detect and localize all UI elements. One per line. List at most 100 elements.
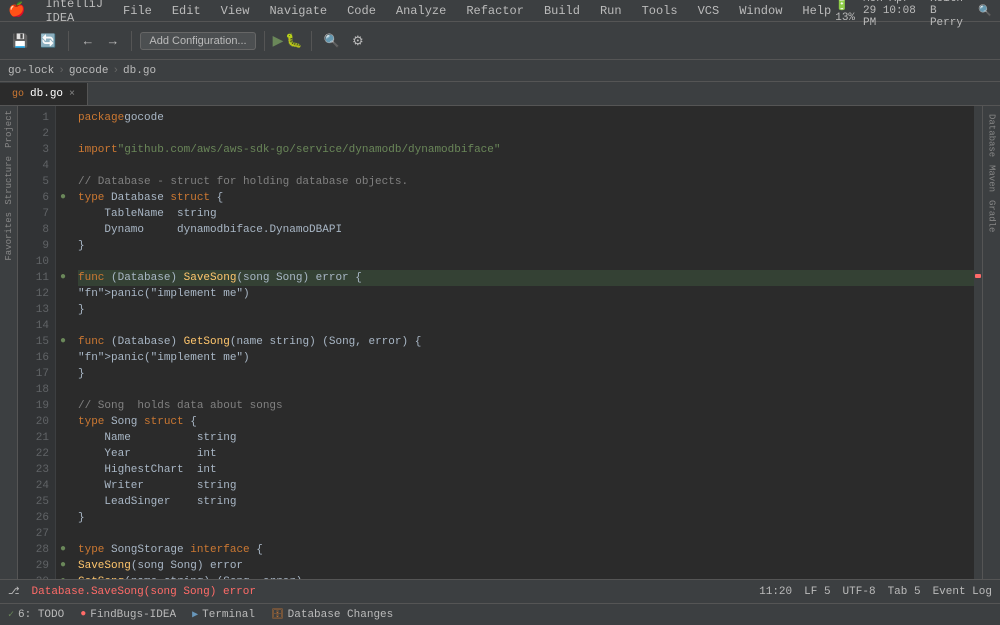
tab-close-button[interactable]: × xyxy=(69,89,75,100)
toolbar-sep-3 xyxy=(264,31,265,51)
code-line-23[interactable]: HighestChart int xyxy=(78,462,974,478)
toolbar-save[interactable]: 💾 xyxy=(8,31,32,51)
breadcrumb-file[interactable]: db.go xyxy=(123,65,156,77)
toolbar-sep-4 xyxy=(311,31,312,51)
toolbar-sync[interactable]: 🔄 xyxy=(36,31,60,51)
breadcrumb-project[interactable]: go-lock xyxy=(8,65,54,77)
apple-menu[interactable]: 🍎 xyxy=(8,2,25,19)
code-line-10[interactable] xyxy=(78,254,974,270)
menu-run[interactable]: Run xyxy=(596,4,626,18)
code-line-22[interactable]: Year int xyxy=(78,446,974,462)
status-error-text: Database.SaveSong(song Song) error xyxy=(32,586,256,598)
menu-file[interactable]: File xyxy=(119,4,156,18)
menu-build[interactable]: Build xyxy=(540,4,584,18)
debug-button[interactable]: 🐛 xyxy=(285,32,302,49)
menu-vcs[interactable]: VCS xyxy=(694,4,724,18)
menu-refactor[interactable]: Refactor xyxy=(462,4,528,18)
code-line-17[interactable]: } xyxy=(78,366,974,382)
menu-edit[interactable]: Edit xyxy=(168,4,205,18)
add-configuration-button[interactable]: Add Configuration... xyxy=(140,32,255,50)
code-content[interactable]: package gocode import "github.com/aws/aws… xyxy=(70,106,974,579)
code-line-1[interactable]: package gocode xyxy=(78,110,974,126)
code-line-27[interactable] xyxy=(78,526,974,542)
code-line-20[interactable]: type Song struct { xyxy=(78,414,974,430)
toolbar-nav-forward[interactable]: → xyxy=(102,31,123,50)
code-line-14[interactable] xyxy=(78,318,974,334)
database-panel[interactable]: 🗄 Database Changes xyxy=(271,609,393,621)
code-line-8[interactable]: Dynamo dynamodbiface.DynamoDBAPI xyxy=(78,222,974,238)
status-bar: ⎇ Database.SaveSong(song Song) error 11:… xyxy=(0,579,1000,603)
findbugs-panel[interactable]: ● FindBugs-IDEA xyxy=(80,609,176,621)
code-line-21[interactable]: Name string xyxy=(78,430,974,446)
menu-help[interactable]: Help xyxy=(798,4,835,18)
bottom-toolbar: ✓ 6: TODO ● FindBugs-IDEA ▶ Terminal 🗄 D… xyxy=(0,603,1000,625)
terminal-icon: ▶ xyxy=(192,609,198,621)
sidebar-database-icon[interactable]: Database xyxy=(987,110,997,161)
code-line-4[interactable] xyxy=(78,158,974,174)
menu-code[interactable]: Code xyxy=(343,4,380,18)
toolbar-nav-back[interactable]: ← xyxy=(77,31,98,50)
tab-label: db.go xyxy=(30,88,63,100)
menu-intellij[interactable]: IntelliJ IDEA xyxy=(41,0,107,25)
findbugs-label: FindBugs-IDEA xyxy=(90,609,176,621)
run-buttons: ▶ 🐛 xyxy=(273,32,303,49)
code-line-24[interactable]: Writer string xyxy=(78,478,974,494)
gutter: ●●●●●● xyxy=(56,106,70,579)
sidebar-maven-icon[interactable]: Maven xyxy=(987,161,997,196)
menu-bar: 🍎 IntelliJ IDEA File Edit View Navigate … xyxy=(0,0,1000,22)
sidebar-gradle-icon[interactable]: Gradle xyxy=(987,196,997,236)
code-line-29[interactable]: SaveSong(song Song) error xyxy=(78,558,974,574)
code-line-6[interactable]: type Database struct { xyxy=(78,190,974,206)
code-line-15[interactable]: func (Database) GetSong(name string) (So… xyxy=(78,334,974,350)
run-button[interactable]: ▶ xyxy=(273,32,284,49)
encoding: UTF-8 xyxy=(843,586,876,598)
terminal-panel[interactable]: ▶ Terminal xyxy=(192,609,255,621)
sidebar-favorites-icon[interactable]: Favorites xyxy=(4,212,14,261)
code-line-7[interactable]: TableName string xyxy=(78,206,974,222)
code-line-28[interactable]: type SongStorage interface { xyxy=(78,542,974,558)
terminal-label: Terminal xyxy=(202,609,255,621)
toolbar-settings[interactable]: ⚙ xyxy=(348,31,368,51)
code-line-26[interactable]: } xyxy=(78,510,974,526)
todo-label: 6: TODO xyxy=(18,609,64,621)
tab-db-go[interactable]: go db.go × xyxy=(0,83,88,105)
code-line-2[interactable] xyxy=(78,126,974,142)
todo-icon: ✓ xyxy=(8,609,14,621)
battery-status: 🔋 13% xyxy=(835,0,855,24)
breadcrumb-package[interactable]: gocode xyxy=(69,65,109,77)
code-line-16[interactable]: "fn">panic("implement me") xyxy=(78,350,974,366)
breadcrumb-bar: go-lock › gocode › db.go xyxy=(0,60,1000,82)
toolbar-search[interactable]: 🔍 xyxy=(320,31,344,51)
menu-view[interactable]: View xyxy=(217,4,254,18)
status-right: 11:20 LF 5 UTF-8 Tab 5 Event Log xyxy=(759,586,992,598)
event-log[interactable]: Event Log xyxy=(933,586,992,598)
sidebar-structure-icon[interactable]: Structure xyxy=(4,156,14,205)
editor-area: 1234567891011121314151617181920212223242… xyxy=(18,106,982,579)
menu-right: 🔋 13% Mon Apr 29 10:08 PM Keith B Perry … xyxy=(835,0,992,29)
spotlight-icon[interactable]: 🔍 xyxy=(978,4,992,18)
code-line-19[interactable]: // Song holds data about songs xyxy=(78,398,974,414)
right-sidebar: Database Maven Gradle xyxy=(982,106,1000,579)
database-changes-label: Database Changes xyxy=(288,609,394,621)
code-line-3[interactable]: import "github.com/aws/aws-sdk-go/servic… xyxy=(78,142,974,158)
code-line-12[interactable]: "fn">panic("implement me") xyxy=(78,286,974,302)
code-line-11[interactable]: func (Database) SaveSong(song Song) erro… xyxy=(78,270,974,286)
line-numbers: 1234567891011121314151617181920212223242… xyxy=(18,106,56,579)
code-line-18[interactable] xyxy=(78,382,974,398)
menu-window[interactable]: Window xyxy=(735,4,786,18)
main-layout: Project Structure Favorites 123456789101… xyxy=(0,106,1000,579)
git-icon: ⎇ xyxy=(8,586,20,598)
menu-navigate[interactable]: Navigate xyxy=(265,4,331,18)
code-line-30[interactable]: GetSong(name string) (Song, error) xyxy=(78,574,974,579)
code-line-13[interactable]: } xyxy=(78,302,974,318)
code-line-25[interactable]: LeadSinger string xyxy=(78,494,974,510)
code-line-5[interactable]: // Database - struct for holding databas… xyxy=(78,174,974,190)
todo-panel[interactable]: ✓ 6: TODO xyxy=(8,609,64,621)
code-line-9[interactable]: } xyxy=(78,238,974,254)
error-stripe xyxy=(974,106,982,579)
menu-left: 🍎 IntelliJ IDEA File Edit View Navigate … xyxy=(8,0,835,25)
menu-tools[interactable]: Tools xyxy=(638,4,682,18)
menu-analyze[interactable]: Analyze xyxy=(392,4,450,18)
sidebar-project-icon[interactable]: Project xyxy=(4,110,14,148)
toolbar-sep-2 xyxy=(131,31,132,51)
